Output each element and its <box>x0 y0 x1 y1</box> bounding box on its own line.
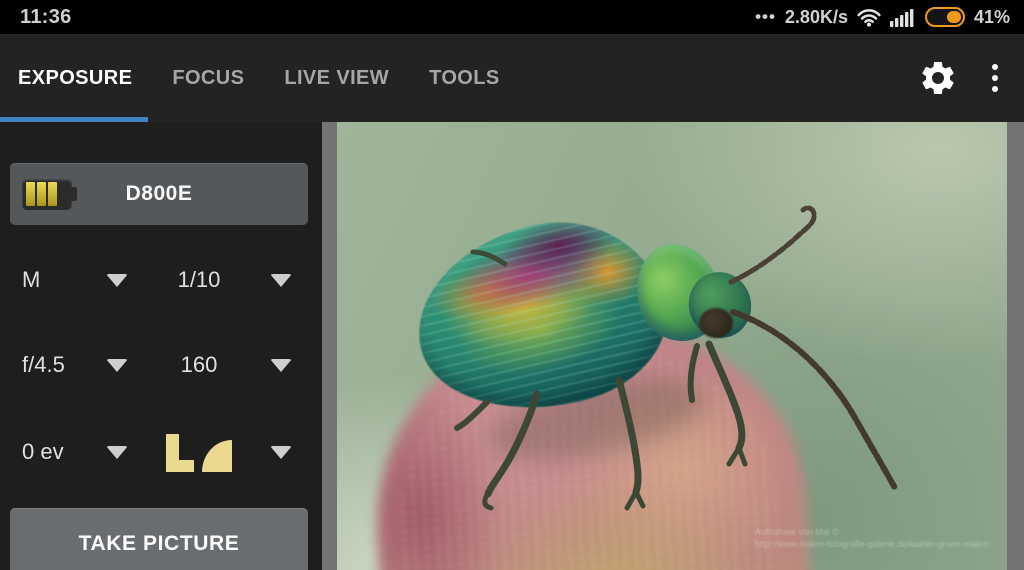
battery-icon <box>924 7 965 27</box>
exposure-compensation-dropdown[interactable]: 0 ev <box>0 439 128 465</box>
photo-watermark: Aufnahme von Mai © http://www.makro-foto… <box>755 526 989 550</box>
exposure-mode-value: M <box>22 267 41 292</box>
signal-strength-icon <box>889 8 914 27</box>
white-balance-icon <box>128 432 270 472</box>
overflow-menu-icon[interactable] <box>986 60 1004 96</box>
take-picture-button[interactable]: TAKE PICTURE <box>10 508 308 570</box>
exposure-sidebar: D800E M 1/10 f/4.5 160 0 ev TAKE PICTURE <box>0 122 322 570</box>
camera-name: D800E <box>125 182 193 205</box>
battery-percent: 41% <box>973 6 1010 27</box>
dropdown-arrow-icon <box>106 445 128 459</box>
dropdown-arrow-icon <box>106 273 128 287</box>
tab-bar: EXPOSURE FOCUS LIVE VIEW TOOLS <box>0 34 1024 122</box>
tab-exposure[interactable]: EXPOSURE <box>18 67 132 90</box>
camera-control-app: 11:36 ••• 2.80K/s 41% EXPOSURE FOCUS LIV… <box>0 0 1024 570</box>
dropdown-arrow-icon <box>106 358 128 372</box>
status-bar: 11:36 ••• 2.80K/s 41% <box>0 0 1024 34</box>
tab-tools[interactable]: TOOLS <box>429 67 500 90</box>
watermark-line-1: Aufnahme von Mai © <box>755 527 840 537</box>
exposure-compensation-value: 0 ev <box>22 439 64 464</box>
dropdown-arrow-icon <box>270 445 292 459</box>
iso-dropdown[interactable]: 160 <box>128 352 292 378</box>
dropdown-arrow-icon <box>270 358 292 372</box>
settings-gear-icon[interactable] <box>918 58 958 98</box>
exposure-mode-dropdown[interactable]: M <box>0 267 128 293</box>
aperture-dropdown[interactable]: f/4.5 <box>0 352 128 378</box>
more-notifications-icon: ••• <box>755 7 776 26</box>
take-picture-label: TAKE PICTURE <box>78 532 240 555</box>
clock: 11:36 <box>20 5 72 28</box>
shutter-speed-dropdown[interactable]: 1/10 <box>128 267 292 293</box>
shutter-speed-value: 1/10 <box>177 267 221 292</box>
iso-value: 160 <box>180 352 218 377</box>
camera-battery-icon <box>22 178 77 210</box>
tab-live-view[interactable]: LIVE VIEW <box>284 67 389 90</box>
tab-focus[interactable]: FOCUS <box>172 67 244 90</box>
network-speed: 2.80K/s <box>784 6 848 27</box>
wifi-icon <box>857 8 881 27</box>
battery-fill <box>946 11 961 23</box>
watermark-line-2: http://www.makro-fotografie-galerie.de/k… <box>755 539 989 549</box>
camera-select-button[interactable]: D800E <box>10 163 308 225</box>
dropdown-arrow-icon <box>270 273 292 287</box>
beetle-eye <box>699 308 733 338</box>
aperture-value: f/4.5 <box>22 352 65 377</box>
live-view-photo[interactable]: Aufnahme von Mai © http://www.makro-foto… <box>337 122 1007 570</box>
live-view-viewport[interactable]: Aufnahme von Mai © http://www.makro-foto… <box>322 122 1024 570</box>
white-balance-dropdown[interactable] <box>128 432 292 472</box>
